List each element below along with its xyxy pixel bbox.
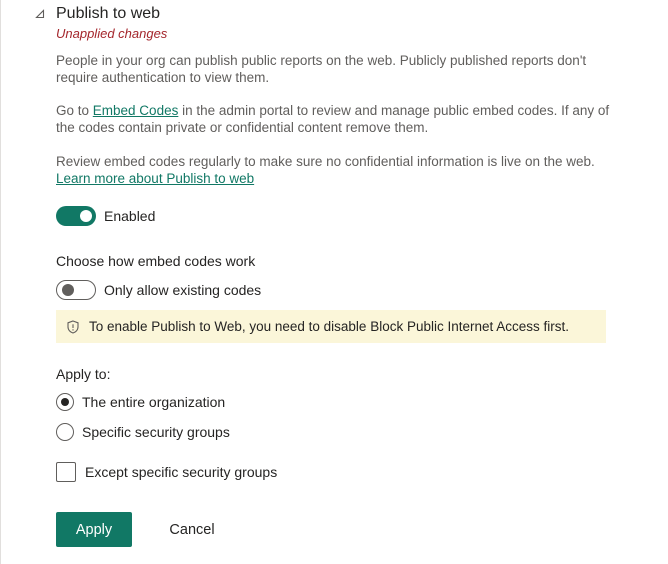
only-existing-codes-toggle[interactable] [56, 280, 96, 300]
radio-button[interactable] [56, 423, 74, 441]
except-groups-label: Except specific security groups [85, 464, 278, 480]
toggle-knob [62, 284, 74, 296]
enabled-toggle-label: Enabled [104, 208, 156, 224]
section-title: Publish to web [56, 5, 161, 22]
para2-prefix: Go to [56, 103, 93, 118]
section-header[interactable]: Publish to web [33, 4, 160, 24]
radio-label: The entire organization [82, 394, 226, 410]
radio-label: Specific security groups [82, 424, 230, 440]
enabled-toggle-row: Enabled [56, 206, 155, 226]
radio-dot [61, 398, 69, 406]
embed-codes-link[interactable]: Embed Codes [93, 103, 179, 118]
triangle-collapse-icon[interactable] [33, 7, 47, 21]
enabled-toggle[interactable] [56, 206, 96, 226]
embed-codes-heading: Choose how embed codes work [56, 253, 256, 269]
radio-entire-organization[interactable]: The entire organization [56, 393, 225, 411]
radio-button[interactable] [56, 393, 74, 411]
warning-text: To enable Publish to Web, you need to di… [89, 319, 570, 334]
description-paragraph-1: People in your org can publish public re… [56, 53, 587, 85]
existing-codes-toggle-row: Only allow existing codes [56, 280, 261, 300]
description-paragraph-3: Review embed codes regularly to make sur… [56, 153, 616, 187]
description-paragraph-2: Go to Embed Codes in the admin portal to… [56, 102, 616, 136]
apply-button[interactable]: Apply [56, 512, 132, 547]
block-public-access-warning: To enable Publish to Web, you need to di… [56, 310, 606, 343]
only-existing-codes-label: Only allow existing codes [104, 282, 262, 298]
cancel-button[interactable]: Cancel [152, 512, 232, 547]
publish-to-web-settings-panel: Publish to web Unapplied changes People … [0, 0, 668, 564]
except-groups-checkbox[interactable] [56, 462, 76, 482]
learn-more-link[interactable]: Learn more about Publish to web [56, 171, 254, 186]
unapplied-changes-status: Unapplied changes [56, 26, 168, 41]
para3-prefix: Review embed codes regularly to make sur… [56, 154, 595, 169]
shield-icon [66, 319, 80, 334]
except-groups-checkbox-row[interactable]: Except specific security groups [56, 462, 277, 482]
toggle-knob [80, 210, 92, 222]
radio-specific-security-groups[interactable]: Specific security groups [56, 423, 230, 441]
apply-to-heading: Apply to: [56, 366, 111, 382]
